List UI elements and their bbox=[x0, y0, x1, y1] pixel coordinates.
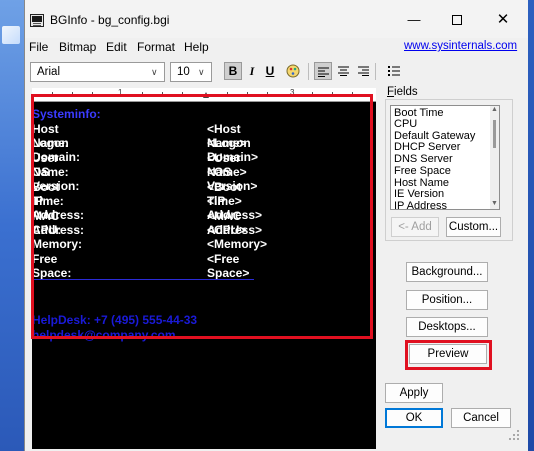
desktop-background bbox=[0, 0, 24, 451]
chevron-down-icon: ∨ bbox=[198, 67, 205, 77]
underline-button[interactable]: U bbox=[261, 62, 279, 80]
grip-dot bbox=[509, 438, 511, 440]
desktop-icon[interactable] bbox=[2, 26, 20, 44]
format-toolbar: Arial ∨ 10 ∨ B I U bbox=[25, 60, 385, 84]
window-title: BGInfo - bg_config.bgi bbox=[50, 13, 170, 27]
ruler-tick bbox=[72, 92, 73, 97]
row-field-token: <CPU> bbox=[207, 223, 247, 237]
menu-file[interactable]: File bbox=[29, 40, 48, 54]
fields-scroll-thumb[interactable] bbox=[493, 120, 496, 148]
bginfo-window: BGInfo - bg_config.bgi — ✕ File Bitmap E… bbox=[24, 0, 528, 451]
chevron-down-icon: ∨ bbox=[151, 67, 158, 77]
apply-button[interactable]: Apply bbox=[385, 383, 443, 403]
maximize-icon bbox=[452, 15, 462, 25]
grip-dot bbox=[517, 438, 519, 440]
toolbar-separator bbox=[375, 63, 376, 80]
field-list-item[interactable]: DNS Server bbox=[394, 153, 453, 165]
row-field-token: <Free Space> bbox=[207, 252, 250, 280]
font-size-select[interactable]: 10 ∨ bbox=[170, 62, 212, 82]
ruler-tick bbox=[332, 92, 333, 97]
font-family-value: Arial bbox=[37, 66, 61, 78]
fields-label-accel: F bbox=[387, 86, 395, 98]
custom-field-button[interactable]: Custom... bbox=[446, 217, 501, 237]
sysinternals-link[interactable]: www.sysinternals.com bbox=[404, 40, 517, 52]
ruler-number: 3 bbox=[290, 88, 295, 97]
editor-header: Systeminfo: bbox=[32, 107, 101, 121]
field-list-item[interactable]: CPU bbox=[394, 118, 417, 130]
ok-button[interactable]: OK bbox=[385, 408, 443, 428]
font-family-select[interactable]: Arial ∨ bbox=[30, 62, 165, 82]
menu-bitmap[interactable]: Bitmap bbox=[59, 40, 96, 54]
layout-editor[interactable]: Systeminfo: Host Name: <Host Name> Logon … bbox=[32, 102, 376, 449]
helpdesk-email: helpdesk@company.com bbox=[32, 328, 176, 342]
fields-listbox[interactable]: Boot Time CPU Default Gateway DHCP Serve… bbox=[390, 105, 500, 210]
minimize-button[interactable]: — bbox=[406, 12, 422, 28]
grip-dot bbox=[517, 434, 519, 436]
editor-divider-line bbox=[32, 279, 254, 280]
row-label: Memory: bbox=[32, 237, 83, 251]
font-size-value: 10 bbox=[177, 66, 190, 78]
ruler-indent-marker[interactable] bbox=[203, 92, 209, 98]
toolbar-separator bbox=[308, 63, 309, 80]
menu-format[interactable]: Format bbox=[137, 40, 175, 54]
align-center-icon bbox=[337, 66, 349, 76]
resize-grip-icon[interactable] bbox=[505, 426, 521, 442]
field-list-item[interactable]: Free Space bbox=[394, 165, 451, 177]
grip-dot bbox=[517, 430, 519, 432]
italic-button[interactable]: I bbox=[243, 62, 261, 80]
field-list-item[interactable]: DHCP Server bbox=[394, 141, 460, 153]
row-label: Free Space: bbox=[32, 252, 72, 280]
menu-help[interactable]: Help bbox=[184, 40, 209, 54]
ruler-tick bbox=[267, 92, 268, 97]
close-button[interactable]: ✕ bbox=[495, 12, 511, 28]
scroll-up-icon[interactable]: ▲ bbox=[490, 106, 499, 113]
field-list-item[interactable]: IP Address bbox=[394, 200, 447, 209]
maximize-button[interactable] bbox=[449, 12, 465, 28]
text-color-button[interactable] bbox=[284, 62, 302, 80]
bullets-button[interactable] bbox=[385, 62, 403, 80]
add-field-button[interactable]: <- Add bbox=[391, 217, 439, 237]
ruler-tick bbox=[162, 92, 163, 97]
ruler-tick bbox=[142, 92, 143, 97]
bullet-list-icon bbox=[388, 66, 400, 76]
background-button[interactable]: Background... bbox=[406, 262, 488, 282]
ruler-tick bbox=[247, 92, 248, 97]
fields-label-rest: ields bbox=[394, 86, 418, 98]
align-right-button[interactable] bbox=[354, 62, 372, 80]
ruler[interactable]: 1 3 bbox=[32, 88, 376, 102]
fields-label: Fields bbox=[387, 86, 418, 98]
align-left-button[interactable] bbox=[314, 62, 332, 80]
row-label: CPU: bbox=[32, 223, 62, 237]
ruler-tick bbox=[227, 92, 228, 97]
title-bar[interactable]: BGInfo - bg_config.bgi — ✕ bbox=[25, 0, 528, 38]
bold-button[interactable]: B bbox=[224, 62, 242, 80]
scroll-down-icon[interactable]: ▼ bbox=[490, 200, 499, 207]
grip-dot bbox=[513, 438, 515, 440]
preview-button[interactable]: Preview bbox=[409, 344, 487, 364]
ruler-tick bbox=[52, 92, 53, 97]
ruler-number: 1 bbox=[118, 88, 123, 97]
ruler-tick bbox=[352, 92, 353, 97]
align-left-icon bbox=[317, 67, 329, 77]
cancel-button[interactable]: Cancel bbox=[451, 408, 511, 428]
menu-edit[interactable]: Edit bbox=[106, 40, 127, 54]
field-list-item[interactable]: IE Version bbox=[394, 188, 444, 200]
ruler-tick bbox=[312, 92, 313, 97]
grip-dot bbox=[513, 434, 515, 436]
palette-icon bbox=[286, 64, 300, 78]
position-button[interactable]: Position... bbox=[406, 290, 488, 310]
helpdesk-phone: HelpDesk: +7 (495) 555-44-33 bbox=[32, 313, 198, 327]
row-field-token: <Memory> bbox=[207, 237, 268, 251]
align-center-button[interactable] bbox=[334, 62, 352, 80]
desktops-button[interactable]: Desktops... bbox=[406, 317, 488, 337]
bginfo-app-icon bbox=[30, 14, 44, 27]
ruler-tick bbox=[92, 92, 93, 97]
menu-bar: File Bitmap Edit Format Help www.sysinte… bbox=[25, 38, 528, 56]
align-right-icon bbox=[357, 66, 369, 76]
ruler-tick bbox=[182, 92, 183, 97]
